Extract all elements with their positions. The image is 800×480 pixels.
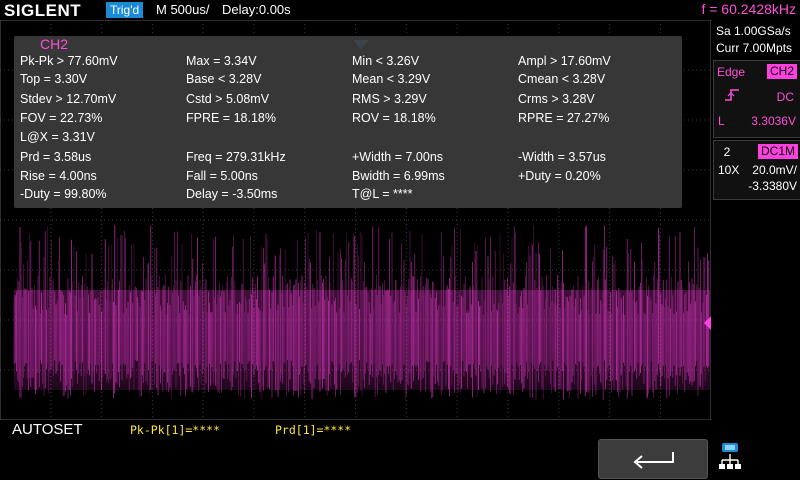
channel-number: 2 xyxy=(723,145,731,159)
sample-rate: Sa 1.00GSa/s xyxy=(716,24,791,38)
channel-coupling-badge: DC1M xyxy=(757,144,798,159)
volts-per-div: 20.0mV/ xyxy=(752,163,797,177)
measurement-item: Prd = 3.58us xyxy=(20,150,92,164)
brand-logo: SIGLENT xyxy=(4,1,82,20)
measurement-item: L@X = 3.31V xyxy=(20,130,95,144)
measurement-item: Max = 3.34V xyxy=(186,54,257,68)
measurement-item: Pk-Pk > 77.60mV xyxy=(20,54,118,68)
measurement-item: Base < 3.28V xyxy=(186,72,262,86)
measurement-item: RPRE = 27.27% xyxy=(518,111,610,125)
back-button[interactable] xyxy=(598,439,708,479)
stat-prd: Prd[1]=**** xyxy=(275,423,352,437)
timebase-label[interactable]: M 500us/ xyxy=(156,2,209,17)
back-arrow-icon xyxy=(633,452,674,469)
measurement-item: Crms > 3.28V xyxy=(518,92,595,106)
trigger-level-marker[interactable] xyxy=(704,316,711,330)
measurement-panel: CH2 Pk-Pk > 77.60mV Max = 3.34V Min < 3.26… xyxy=(14,36,682,208)
trigger-level-value: 3.3036V xyxy=(751,114,796,128)
delay-label[interactable]: Delay:0.00s xyxy=(222,2,291,17)
measurement-item: FOV = 22.73% xyxy=(20,111,103,125)
measurement-item: Top = 3.30V xyxy=(20,72,88,86)
memory-depth: Curr 7.00Mpts xyxy=(716,41,793,55)
measurement-item: Cmean < 3.28V xyxy=(518,72,606,86)
trigger-level-label: L xyxy=(718,114,725,128)
measurement-item: ROV = 18.18% xyxy=(352,111,436,125)
frequency-readout: f = 60.2428kHz xyxy=(701,1,796,17)
channel2-waveform xyxy=(13,225,710,400)
right-info-panel: Sa 1.00GSa/s Curr 7.00Mpts Edge CH2 DC L… xyxy=(712,20,800,440)
channel-settings-box[interactable]: 2 DC1M 10X 20.0mV/ -3.3380V xyxy=(713,140,800,200)
measurement-item: Rise = 4.00ns xyxy=(20,169,97,183)
measurement-item: Cstd > 5.08mV xyxy=(186,92,270,106)
measurement-item: Fall = 5.00ns xyxy=(186,169,258,183)
measurement-item: Mean < 3.29V xyxy=(352,72,431,86)
measurement-item: RMS > 3.29V xyxy=(352,92,427,106)
measurement-item: +Width = 7.00ns xyxy=(352,150,444,164)
bottom-bar: AUTOSET Pk-Pk[1]=**** Prd[1]=**** xyxy=(0,420,712,480)
measurement-channel-title: CH2 xyxy=(40,36,69,52)
measurement-item: T@L = **** xyxy=(352,187,413,201)
measurement-item: Delay = -3.50ms xyxy=(186,187,278,201)
autoset-label: AUTOSET xyxy=(12,421,83,438)
measurement-item: Freq = 279.31kHz xyxy=(186,150,286,164)
measurement-item: Bwidth = 6.99ms xyxy=(352,169,445,183)
rising-edge-icon xyxy=(725,89,739,101)
measurement-item: -Width = 3.57us xyxy=(518,150,606,164)
measurement-item: Min < 3.26V xyxy=(352,54,420,68)
measurement-item: FPRE = 18.18% xyxy=(186,111,276,125)
trigger-type: Edge xyxy=(717,65,746,79)
probe-attenuation: 10X xyxy=(718,163,740,177)
stat-pkpk: Pk-Pk[1]=**** xyxy=(130,423,221,437)
trigger-status-badge[interactable]: Trig'd xyxy=(106,2,144,18)
top-status-bar: SIGLENT Trig'd M 500us/ Delay:0.00s f = … xyxy=(0,0,800,20)
trigger-settings-box[interactable]: Edge CH2 DC L 3.3036V xyxy=(713,60,800,138)
network-icon[interactable] xyxy=(718,442,744,476)
trigger-source-badge: CH2 xyxy=(766,64,797,79)
measurement-item: Ampl > 17.60mV xyxy=(518,54,611,68)
trigger-coupling: DC xyxy=(776,90,794,104)
measurement-item: -Duty = 99.80% xyxy=(20,187,107,201)
channel-offset: -3.3380V xyxy=(748,179,797,193)
measurement-item: +Duty = 0.20% xyxy=(518,169,601,183)
measurement-item: Stdev > 12.70mV xyxy=(20,92,117,106)
